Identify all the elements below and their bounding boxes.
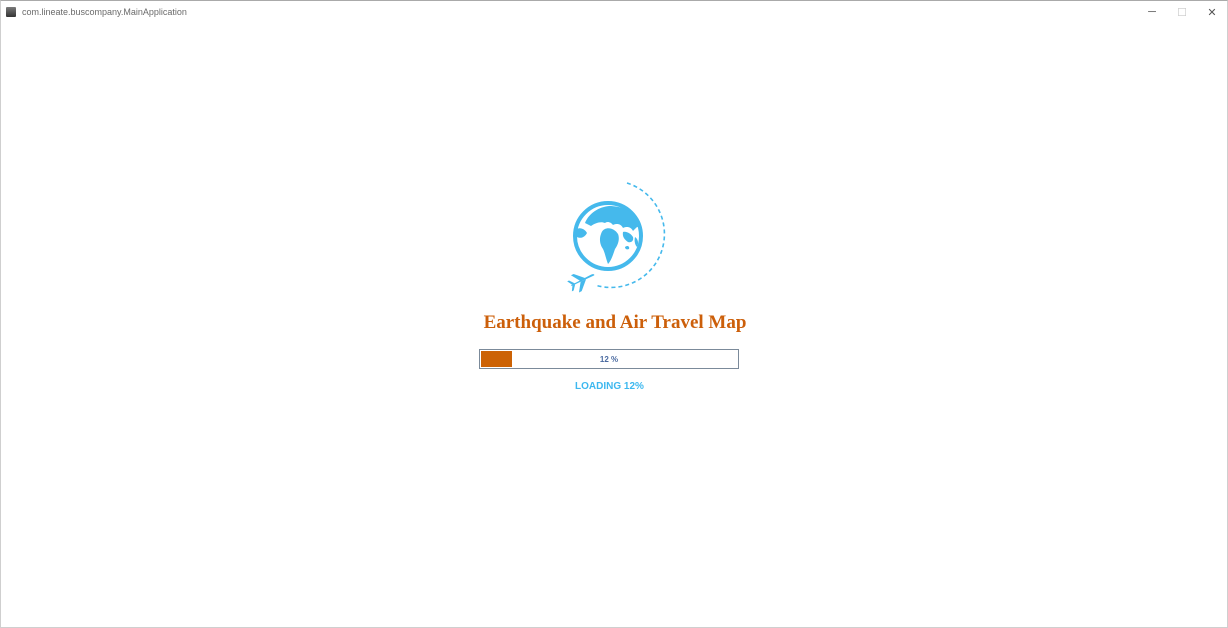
loading-status: LOADING 12% xyxy=(575,381,644,392)
progress-percent-label: 12 % xyxy=(599,354,619,364)
close-icon: ✕ xyxy=(1207,6,1217,19)
close-button[interactable]: ✕ xyxy=(1197,1,1227,23)
window-controls: ─ ☐ ✕ xyxy=(1137,1,1227,23)
minimize-icon: ─ xyxy=(1148,6,1156,18)
maximize-button[interactable]: ☐ xyxy=(1167,1,1197,23)
progress-bar: 12 % xyxy=(479,349,739,369)
globe-airplane-icon xyxy=(565,179,669,295)
minimize-button[interactable]: ─ xyxy=(1137,1,1167,23)
window-title: com.lineate.buscompany.MainApplication xyxy=(22,7,187,17)
app-title: Earthquake and Air Travel Map xyxy=(483,312,747,333)
title-bar[interactable]: com.lineate.buscompany.MainApplication ─… xyxy=(1,1,1227,23)
application-window: com.lineate.buscompany.MainApplication ─… xyxy=(0,0,1228,628)
app-icon xyxy=(6,7,16,17)
maximize-icon: ☐ xyxy=(1177,6,1187,19)
